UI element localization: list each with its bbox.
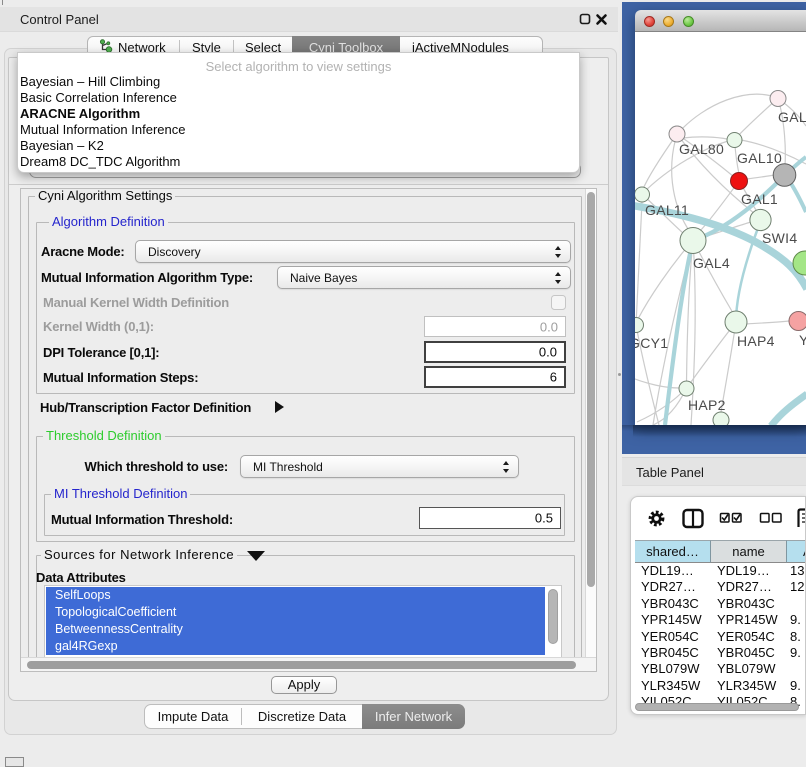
svg-text:GAL10: GAL10 bbox=[737, 150, 782, 166]
svg-text:SWI4: SWI4 bbox=[762, 230, 797, 246]
svg-text:HAP2: HAP2 bbox=[688, 397, 726, 413]
svg-text:Y: Y bbox=[799, 332, 806, 348]
svg-text:GAL1: GAL1 bbox=[741, 191, 778, 207]
svg-text:GAL4: GAL4 bbox=[693, 255, 730, 271]
svg-text:GAL7: GAL7 bbox=[778, 109, 806, 125]
svg-text:GCY1: GCY1 bbox=[635, 335, 668, 351]
svg-text:GAL80: GAL80 bbox=[679, 141, 724, 157]
svg-text:GAL11: GAL11 bbox=[645, 202, 689, 218]
svg-text:HAP4: HAP4 bbox=[737, 333, 775, 349]
